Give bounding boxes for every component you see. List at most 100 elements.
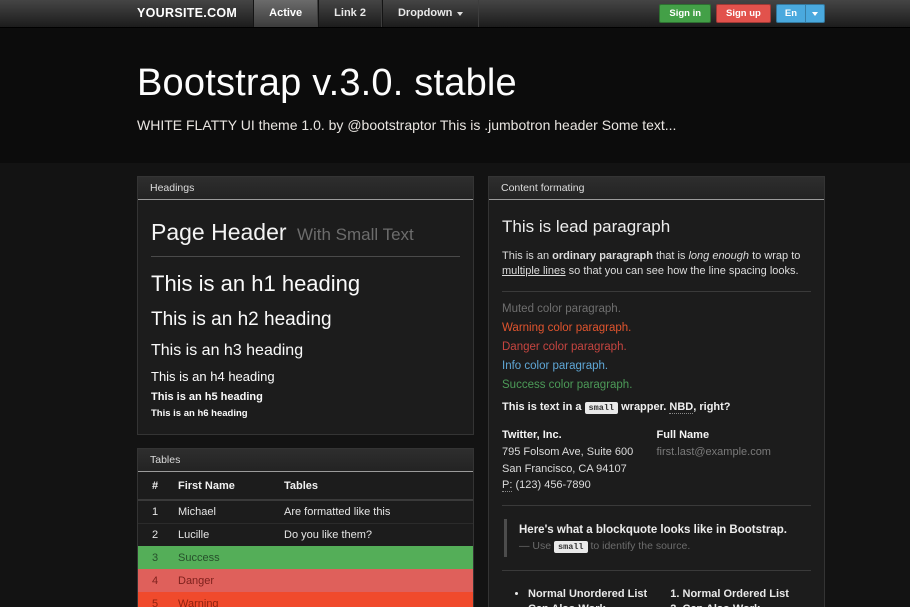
content-panel-title: Content formating bbox=[489, 177, 824, 200]
abbr-nbd: NBD bbox=[669, 401, 693, 414]
language-dropdown-toggle[interactable] bbox=[805, 5, 824, 22]
muted-paragraph: Muted color paragraph. bbox=[502, 303, 811, 315]
page-header: Page Header With Small Text bbox=[151, 213, 460, 257]
page-header-main: Page Header bbox=[151, 219, 287, 245]
phone-number: (123) 456-7890 bbox=[512, 479, 590, 491]
content-formatting-panel: Content formating This is lead paragraph… bbox=[488, 176, 825, 607]
sample-table: # First Name Tables 1 Michael Are format… bbox=[138, 472, 473, 607]
list-item: Normal Unordered List bbox=[528, 588, 657, 600]
nav-item-label: Dropdown bbox=[398, 0, 452, 27]
blockquote-text: Here's what a blockquote looks like in B… bbox=[519, 524, 811, 536]
first-name-cell: Danger bbox=[170, 570, 276, 593]
text-segment: to identify the source. bbox=[588, 540, 691, 552]
h4-sample: This is an h4 heading bbox=[151, 369, 460, 384]
navbar-buttons: Sign in Sign up En bbox=[659, 0, 825, 27]
nav-item-active[interactable]: Active bbox=[253, 0, 318, 27]
sign-in-button[interactable]: Sign in bbox=[659, 4, 711, 23]
ordinary-paragraph: This is an ordinary paragraph that is lo… bbox=[502, 249, 811, 280]
lead-paragraph: This is lead paragraph bbox=[502, 217, 811, 237]
sign-up-button[interactable]: Sign up bbox=[716, 4, 771, 23]
info-paragraph: Info color paragraph. bbox=[502, 360, 811, 372]
blockquote: Here's what a blockquote looks like in B… bbox=[504, 519, 811, 557]
company-address: Twitter, Inc. 795 Folsom Ave, Suite 600 … bbox=[502, 427, 657, 494]
table-row-danger: 4 Danger bbox=[138, 570, 473, 593]
row-number-cell: 2 bbox=[138, 524, 170, 547]
first-name-cell: Success bbox=[170, 547, 276, 570]
text-segment: so that you can see how the line spacing… bbox=[566, 265, 799, 277]
nav-item-dropdown[interactable]: Dropdown bbox=[382, 0, 479, 27]
italic-text: long enough bbox=[688, 250, 749, 262]
h5-sample: This is an h5 heading bbox=[151, 391, 460, 403]
danger-paragraph: Danger color paragraph. bbox=[502, 341, 811, 353]
navbar-container: YOURSITE.COM Active Link 2 Dropdown Sign… bbox=[137, 0, 825, 27]
right-column: Content formating This is lead paragraph… bbox=[488, 176, 825, 607]
language-button[interactable]: En bbox=[776, 4, 825, 23]
row-number-cell: 3 bbox=[138, 547, 170, 570]
text-segment: to wrap to bbox=[749, 250, 800, 262]
nav-item-link2[interactable]: Link 2 bbox=[318, 0, 382, 27]
list-item-text: Can Also Work bbox=[528, 603, 606, 607]
address-line: 795 Folsom Ave, Suite 600 bbox=[502, 444, 657, 461]
nav-item-label: Link 2 bbox=[334, 0, 366, 27]
text-segment: wrapper. bbox=[618, 401, 669, 413]
description-cell bbox=[276, 547, 473, 570]
column-header-name: First Name bbox=[170, 472, 276, 500]
ordered-list: Normal Ordered List Can Also Work With N… bbox=[657, 588, 812, 607]
company-name: Twitter, Inc. bbox=[502, 427, 657, 444]
main-content: Headings Page Header With Small Text Thi… bbox=[137, 176, 825, 607]
table-row: 1 Michael Are formatted like this bbox=[138, 500, 473, 524]
table-row: 2 Lucille Do you like them? bbox=[138, 524, 473, 547]
email-link[interactable]: first.last@example.com bbox=[657, 446, 771, 458]
underlined-text: multiple lines bbox=[502, 265, 566, 277]
list-item: Can Also Work With Nested Children bbox=[528, 603, 657, 607]
caret-down-icon bbox=[812, 12, 818, 16]
contact-name: Full Name bbox=[657, 427, 812, 444]
page-subtitle: WHITE FLATTY UI theme 1.0. by @bootstrap… bbox=[137, 117, 825, 133]
column-header-num: # bbox=[138, 472, 170, 500]
description-cell: Do you like them? bbox=[276, 524, 473, 547]
description-cell: Are formatted like this bbox=[276, 500, 473, 524]
table-header: # First Name Tables bbox=[138, 472, 473, 500]
text-segment: This is text in a bbox=[502, 401, 585, 413]
list-item: Normal Ordered List bbox=[683, 588, 812, 600]
jumbotron: Bootstrap v.3.0. stable WHITE FLATTY UI … bbox=[0, 28, 910, 163]
list-item: Can Also Work With Nested Children bbox=[683, 603, 812, 607]
address-section: Twitter, Inc. 795 Folsom Ave, Suite 600 … bbox=[502, 427, 811, 494]
page-header-small: With Small Text bbox=[297, 225, 414, 244]
divider bbox=[502, 291, 811, 292]
text-segment: This is an bbox=[502, 250, 552, 262]
divider bbox=[502, 570, 811, 571]
tables-panel: Tables # First Name Tables 1 Michael Are… bbox=[137, 448, 474, 607]
blockquote-footer: — Use small to identify the source. bbox=[519, 540, 811, 552]
jumbotron-inner: Bootstrap v.3.0. stable WHITE FLATTY UI … bbox=[137, 62, 825, 133]
description-cell bbox=[276, 593, 473, 607]
h6-sample: This is an h6 heading bbox=[151, 408, 460, 419]
h1-sample: This is an h1 heading bbox=[151, 271, 460, 297]
language-label: En bbox=[777, 5, 805, 22]
description-cell bbox=[276, 570, 473, 593]
bold-text: ordinary paragraph bbox=[552, 250, 653, 262]
first-name-cell: Michael bbox=[170, 500, 276, 524]
headings-panel-body: Page Header With Small Text This is an h… bbox=[138, 200, 473, 434]
code-chip: small bbox=[554, 541, 588, 553]
phone-line: P: (123) 456-7890 bbox=[502, 477, 657, 494]
table-row-success: 3 Success bbox=[138, 547, 473, 570]
left-column: Headings Page Header With Small Text Thi… bbox=[137, 176, 474, 607]
h3-sample: This is an h3 heading bbox=[151, 342, 460, 360]
h2-sample: This is an h2 heading bbox=[151, 309, 460, 331]
unordered-list: Normal Unordered List Can Also Work With… bbox=[502, 588, 657, 607]
contact-address: Full Name first.last@example.com bbox=[657, 427, 812, 494]
headings-panel: Headings Page Header With Small Text Thi… bbox=[137, 176, 474, 435]
row-number-cell: 4 bbox=[138, 570, 170, 593]
text-segment: that is bbox=[653, 250, 688, 262]
brand-link[interactable]: YOURSITE.COM bbox=[137, 0, 253, 27]
text-segment: , right? bbox=[693, 401, 730, 413]
nav-item-label: Active bbox=[269, 0, 302, 27]
navbar: YOURSITE.COM Active Link 2 Dropdown Sign… bbox=[0, 0, 910, 28]
first-name-cell: Warning bbox=[170, 593, 276, 607]
abbr-phone: P: bbox=[502, 479, 512, 492]
caret-down-icon bbox=[457, 12, 463, 16]
row-number-cell: 1 bbox=[138, 500, 170, 524]
text-segment: — Use bbox=[519, 540, 554, 552]
warning-paragraph: Warning color paragraph. bbox=[502, 322, 811, 334]
